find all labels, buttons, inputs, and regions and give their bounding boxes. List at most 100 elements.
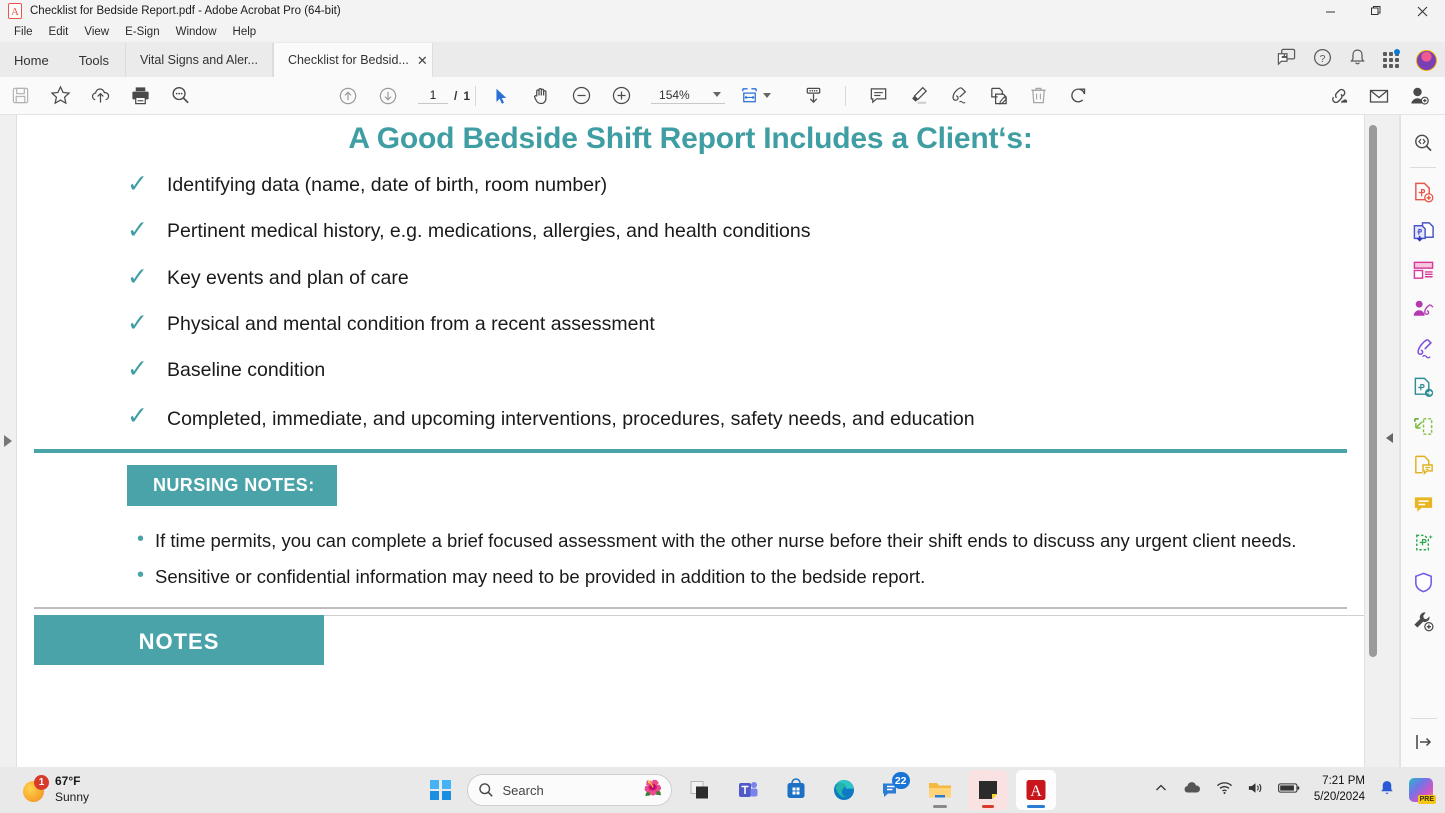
left-panel-toggle[interactable] — [0, 115, 17, 767]
minimize-button[interactable] — [1307, 0, 1353, 22]
draw-icon[interactable] — [938, 77, 978, 115]
check-icon: ✓ — [127, 311, 167, 336]
volume-icon[interactable] — [1247, 781, 1264, 800]
vertical-scrollbar[interactable] — [1364, 115, 1380, 767]
panel-collapse-rail[interactable] — [1380, 115, 1400, 767]
add-person-icon[interactable] — [1399, 77, 1439, 115]
email-icon[interactable] — [1359, 77, 1399, 115]
print-icon[interactable] — [120, 77, 160, 115]
tab-tools[interactable]: Tools — [63, 43, 125, 77]
wifi-icon[interactable] — [1216, 781, 1233, 800]
chevron-down-icon[interactable] — [713, 92, 721, 97]
menu-edit[interactable]: Edit — [41, 24, 77, 40]
delete-icon[interactable] — [1018, 77, 1058, 115]
menu-window[interactable]: Window — [168, 24, 225, 40]
page-title: A Good Bedside Shift Report Includes a C… — [17, 122, 1364, 156]
maximize-button[interactable] — [1353, 0, 1399, 22]
show-hidden-icons-icon[interactable] — [1154, 781, 1168, 800]
scan-and-ocr-icon[interactable] — [1404, 524, 1442, 562]
clock[interactable]: 7:21 PM 5/20/2024 — [1314, 774, 1365, 805]
close-icon[interactable]: ✕ — [417, 54, 428, 67]
menu-help[interactable]: Help — [225, 24, 265, 40]
menu-view[interactable]: View — [76, 24, 117, 40]
send-for-signature-icon[interactable] — [1404, 368, 1442, 406]
file-explorer-icon[interactable] — [920, 770, 960, 810]
teams-chat-icon[interactable]: 22 — [872, 770, 912, 810]
zoom-in-icon[interactable] — [601, 77, 641, 115]
protect-icon[interactable] — [1404, 563, 1442, 601]
collapse-panel-icon[interactable] — [1386, 433, 1393, 443]
page-navigation: / 1 — [418, 88, 470, 104]
edit-pdf-icon[interactable] — [978, 77, 1018, 115]
collapse-panel-icon[interactable] — [1405, 723, 1443, 761]
onedrive-icon[interactable] — [1182, 781, 1202, 800]
create-pdf-icon[interactable] — [1404, 173, 1442, 211]
list-item-label: Sensitive or confidential information ma… — [155, 564, 925, 590]
acrobat-pdf-icon: A — [7, 3, 23, 19]
document-tab-label: Checklist for Bedsid... — [288, 53, 409, 67]
upload-cloud-icon[interactable] — [80, 77, 120, 115]
fit-options-chevron-icon[interactable] — [763, 93, 771, 98]
page-total: 1 — [463, 89, 470, 103]
expand-panel-icon[interactable] — [4, 435, 12, 447]
search-icon[interactable] — [160, 77, 200, 115]
tab-home[interactable]: Home — [0, 43, 63, 77]
comment-icon[interactable] — [858, 77, 898, 115]
copilot-icon[interactable]: PRE — [1409, 778, 1433, 802]
zoom-out-icon[interactable] — [561, 77, 601, 115]
help-icon[interactable]: ? — [1313, 48, 1332, 72]
search-highlight-icon: 🌺 — [644, 779, 663, 797]
more-tools-icon[interactable] — [1404, 602, 1442, 640]
next-page-icon[interactable] — [368, 77, 408, 115]
svg-text:A: A — [1030, 783, 1042, 800]
organize-pages-icon[interactable] — [1404, 251, 1442, 289]
microsoft-edge-icon[interactable] — [824, 770, 864, 810]
menu-file[interactable]: File — [6, 24, 41, 40]
scrollbar-thumb[interactable] — [1369, 125, 1377, 657]
export-pdf-icon[interactable] — [1404, 212, 1442, 250]
list-item-label: Completed, immediate, and upcoming inter… — [167, 404, 975, 436]
add-comment-page-icon[interactable] — [1404, 446, 1442, 484]
search-placeholder: Search — [503, 783, 544, 798]
app-grid-icon[interactable] — [1383, 52, 1399, 68]
zoom-level-selector[interactable]: 154% — [651, 88, 725, 104]
battery-icon[interactable] — [1278, 781, 1300, 799]
highlight-icon[interactable] — [898, 77, 938, 115]
microsoft-teams-icon[interactable] — [728, 770, 768, 810]
document-viewport[interactable]: A Good Bedside Shift Report Includes a C… — [17, 115, 1364, 767]
adobe-acrobat-icon[interactable]: A — [1016, 770, 1056, 810]
document-tab-checklist[interactable]: Checklist for Bedsid... ✕ — [273, 43, 433, 77]
sticky-notes-icon[interactable] — [968, 770, 1008, 810]
star-icon[interactable] — [40, 77, 80, 115]
download-page-icon[interactable] — [793, 77, 833, 115]
comment-icon[interactable] — [1404, 485, 1442, 523]
check-icon: ✓ — [127, 404, 167, 429]
start-button[interactable] — [430, 780, 451, 801]
compress-pdf-icon[interactable] — [1404, 407, 1442, 445]
rotate-icon[interactable] — [1058, 77, 1098, 115]
checklist: ✓ Identifying data (name, date of birth,… — [17, 172, 1364, 435]
search-tool-icon[interactable] — [1404, 124, 1442, 162]
list-item: ✓ Completed, immediate, and upcoming int… — [127, 404, 1364, 436]
notification-bell-icon[interactable] — [1379, 779, 1395, 802]
pan-hand-icon[interactable] — [521, 77, 561, 115]
account-avatar[interactable] — [1416, 50, 1437, 71]
previous-page-icon[interactable] — [328, 77, 368, 115]
notification-bell-icon[interactable] — [1349, 48, 1366, 72]
weather-widget[interactable]: 1 67°F Sunny — [22, 774, 89, 805]
redact-icon[interactable] — [1404, 290, 1442, 328]
fill-and-sign-icon[interactable] — [1404, 329, 1442, 367]
task-view-icon[interactable] — [680, 770, 720, 810]
section-divider — [34, 607, 1347, 609]
microsoft-store-icon[interactable] — [776, 770, 816, 810]
search-input[interactable]: Search 🌺 — [467, 774, 672, 806]
menu-esign[interactable]: E-Sign — [117, 24, 168, 40]
close-button[interactable] — [1399, 0, 1445, 22]
document-tab-vital-signs[interactable]: Vital Signs and Aler... — [125, 43, 273, 77]
select-cursor-icon[interactable] — [481, 77, 521, 115]
weather-condition: Sunny — [55, 790, 89, 804]
save-icon[interactable] — [0, 77, 40, 115]
feedback-icon[interactable] — [1277, 48, 1296, 72]
share-link-icon[interactable] — [1319, 77, 1359, 115]
page-number-input[interactable] — [418, 88, 448, 104]
